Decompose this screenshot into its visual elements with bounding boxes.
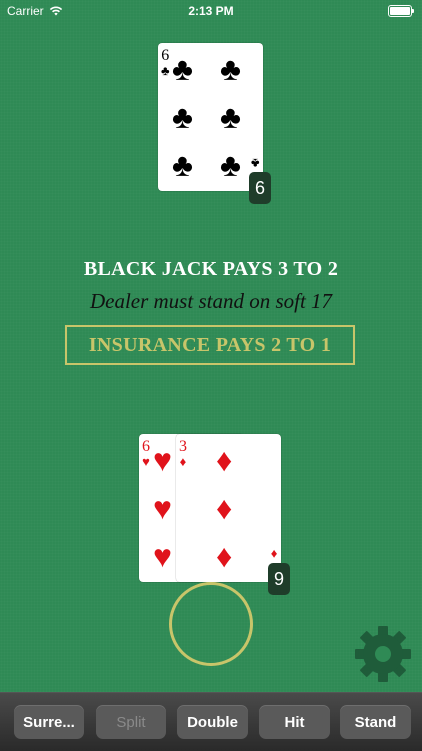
blackjack-pays-text: BLACK JACK PAYS 3 TO 2 [83, 258, 339, 280]
card-corner-top: 6 ♥ [142, 438, 150, 470]
card-suit: ♦ [270, 547, 278, 562]
card-pip: ♣ [220, 99, 241, 135]
card-rank: 3 [179, 438, 187, 455]
hit-button[interactable]: Hit [259, 705, 330, 739]
action-toolbar: Surre... Split Double Hit Stand [0, 692, 422, 751]
card-suit: ♣ [161, 63, 170, 78]
card-suit: ♥ [142, 454, 150, 469]
dealer-count-badge: 6 [249, 172, 271, 204]
card-pip: ♦ [216, 538, 233, 574]
card-pip: ♣ [220, 147, 241, 183]
card-pip: ♣ [172, 51, 193, 87]
dealer-card: 6 ♣ ♣ ♣ ♣ ♣ ♣ ♣ 6 ♣ [158, 43, 263, 191]
dealer-rule-text: Dealer must stand on soft 17 [89, 289, 333, 313]
card-pip: ♥ [153, 442, 172, 478]
insurance-banner: INSURANCE PAYS 2 TO 1 [65, 325, 355, 365]
surrender-button[interactable]: Surre... [14, 705, 84, 739]
card-suit: ♣ [251, 156, 260, 171]
status-time: 2:13 PM [188, 4, 234, 18]
card-corner-top: 3 ♦ [179, 438, 187, 470]
card-pip: ♣ [172, 99, 193, 135]
bet-circle[interactable] [169, 582, 253, 666]
card-suit: ♦ [179, 454, 187, 469]
card-rank: 6 [161, 47, 170, 64]
card-rank: 6 [142, 438, 150, 455]
player-card-2: 3 ♦ ♦ ♦ ♦ 3 ♦ [176, 434, 281, 582]
card-pip: ♥ [153, 490, 172, 526]
card-pip: ♦ [216, 442, 233, 478]
card-pip: ♦ [216, 490, 233, 526]
battery-icon [388, 5, 414, 17]
status-bar: Carrier 2:13 PM [0, 0, 422, 22]
split-button[interactable]: Split [96, 705, 166, 739]
stand-button[interactable]: Stand [340, 705, 411, 739]
card-pip: ♣ [172, 147, 193, 183]
card-pip: ♣ [220, 51, 241, 87]
gear-icon[interactable] [354, 625, 412, 683]
player-count-badge: 9 [268, 563, 290, 595]
card-corner-top: 6 ♣ [161, 47, 170, 79]
double-button[interactable]: Double [177, 705, 248, 739]
card-pip: ♥ [153, 538, 172, 574]
